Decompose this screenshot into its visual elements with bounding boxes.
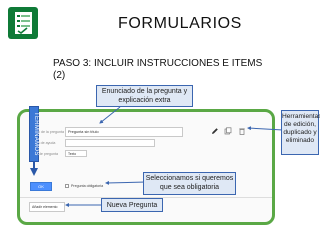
arrow-tools [247,126,284,131]
arrow-required [105,180,147,185]
callout-required: Seleccionamos si queremos que sea obliga… [143,172,236,195]
callout-tools: Herramientas de edición, duplicado y eli… [281,110,320,155]
callout-new-question: Nueva Pregunta [101,198,163,212]
arrow-question-text [99,106,121,124]
callout-question-text: Enunciado de la pregunta y explicación e… [96,85,193,107]
